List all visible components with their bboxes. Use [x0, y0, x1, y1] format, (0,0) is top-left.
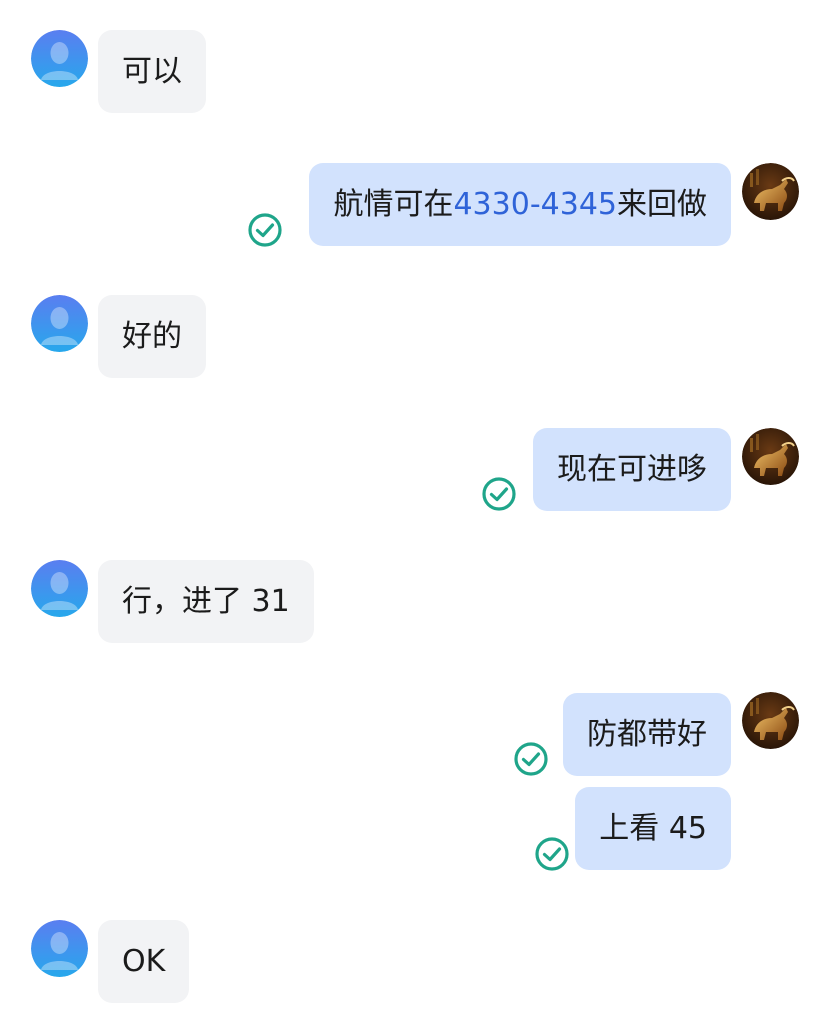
default-user-avatar-icon[interactable]	[31, 920, 88, 977]
message-text: 上看 45	[599, 811, 707, 846]
incoming-message[interactable]: 好的	[98, 295, 206, 378]
message-text: OK	[122, 944, 166, 979]
message-text: 防都带好	[587, 717, 707, 752]
bull-avatar-icon[interactable]	[742, 163, 799, 220]
price-range-link[interactable]: 4330-4345	[453, 187, 617, 222]
message-text: 来回做	[617, 187, 707, 222]
read-check-icon	[513, 741, 549, 777]
message-text: 现在可进哆	[557, 452, 707, 487]
outgoing-message[interactable]: 航情可在4330-4345来回做	[309, 163, 731, 246]
message-text: 行，进了 31	[122, 584, 290, 619]
read-check-icon	[247, 212, 283, 248]
read-check-icon	[534, 836, 570, 872]
message-text: 可以	[122, 54, 182, 89]
message-text: 航情可在	[333, 187, 454, 222]
bull-avatar-icon[interactable]	[742, 692, 799, 749]
read-check-icon	[481, 476, 517, 512]
outgoing-message[interactable]: 防都带好	[563, 693, 731, 776]
incoming-message[interactable]: OK	[98, 920, 190, 1003]
default-user-avatar-icon[interactable]	[31, 30, 88, 87]
outgoing-message[interactable]: 现在可进哆	[533, 428, 731, 511]
incoming-message[interactable]: 行，进了 31	[98, 560, 314, 643]
chat-message-list: 可以 航情可在4330-4345来回做 好的 现在可进哆 行，进了 31 防都带…	[0, 0, 829, 1029]
bull-avatar-icon[interactable]	[742, 428, 799, 485]
message-text: 好的	[122, 319, 182, 354]
incoming-message[interactable]: 可以	[98, 30, 206, 113]
outgoing-message[interactable]: 上看 45	[575, 787, 731, 870]
default-user-avatar-icon[interactable]	[31, 560, 88, 617]
default-user-avatar-icon[interactable]	[31, 295, 88, 352]
